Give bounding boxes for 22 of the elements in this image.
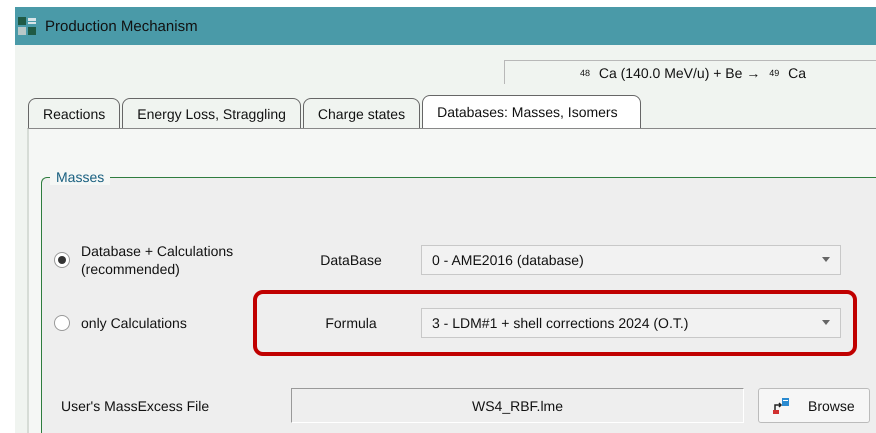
caret-icon <box>822 320 830 325</box>
field-label: Formula <box>324 314 378 330</box>
file-transfer-icon <box>773 398 792 414</box>
group-title: Masses <box>50 169 110 185</box>
field-label: User's MassExcess File <box>61 398 210 414</box>
browse-button[interactable]: Browse <box>758 388 870 423</box>
caret-icon <box>822 257 830 262</box>
tab[interactable]: Energy Loss, Straggling <box>122 98 301 128</box>
radio-label: Database + Calculations (recommended) <box>81 242 234 278</box>
dropdown[interactable]: 0 - AME2016 (database) <box>421 244 841 274</box>
app-icon <box>18 17 36 35</box>
radio-button[interactable] <box>54 314 70 330</box>
tab[interactable]: Databases: Masses, Isomers <box>422 95 641 128</box>
tab[interactable]: Reactions <box>28 98 120 128</box>
tab[interactable]: Charge states <box>302 98 420 128</box>
field-label: DataBase <box>319 252 383 268</box>
reaction-display: $^{48}$ Ca (140.0 MeV/u) + Be → $^{49}$ Ca <box>504 60 876 84</box>
file-path-field[interactable]: WS4_RBF.lme <box>291 388 744 423</box>
window-title: Production Mechanism <box>45 18 198 34</box>
dropdown[interactable]: 3 - LDM#1 + shell corrections 2024 (O.T.) <box>421 308 841 338</box>
radio-button[interactable] <box>54 252 70 268</box>
radio-label: only Calculations <box>81 314 188 332</box>
